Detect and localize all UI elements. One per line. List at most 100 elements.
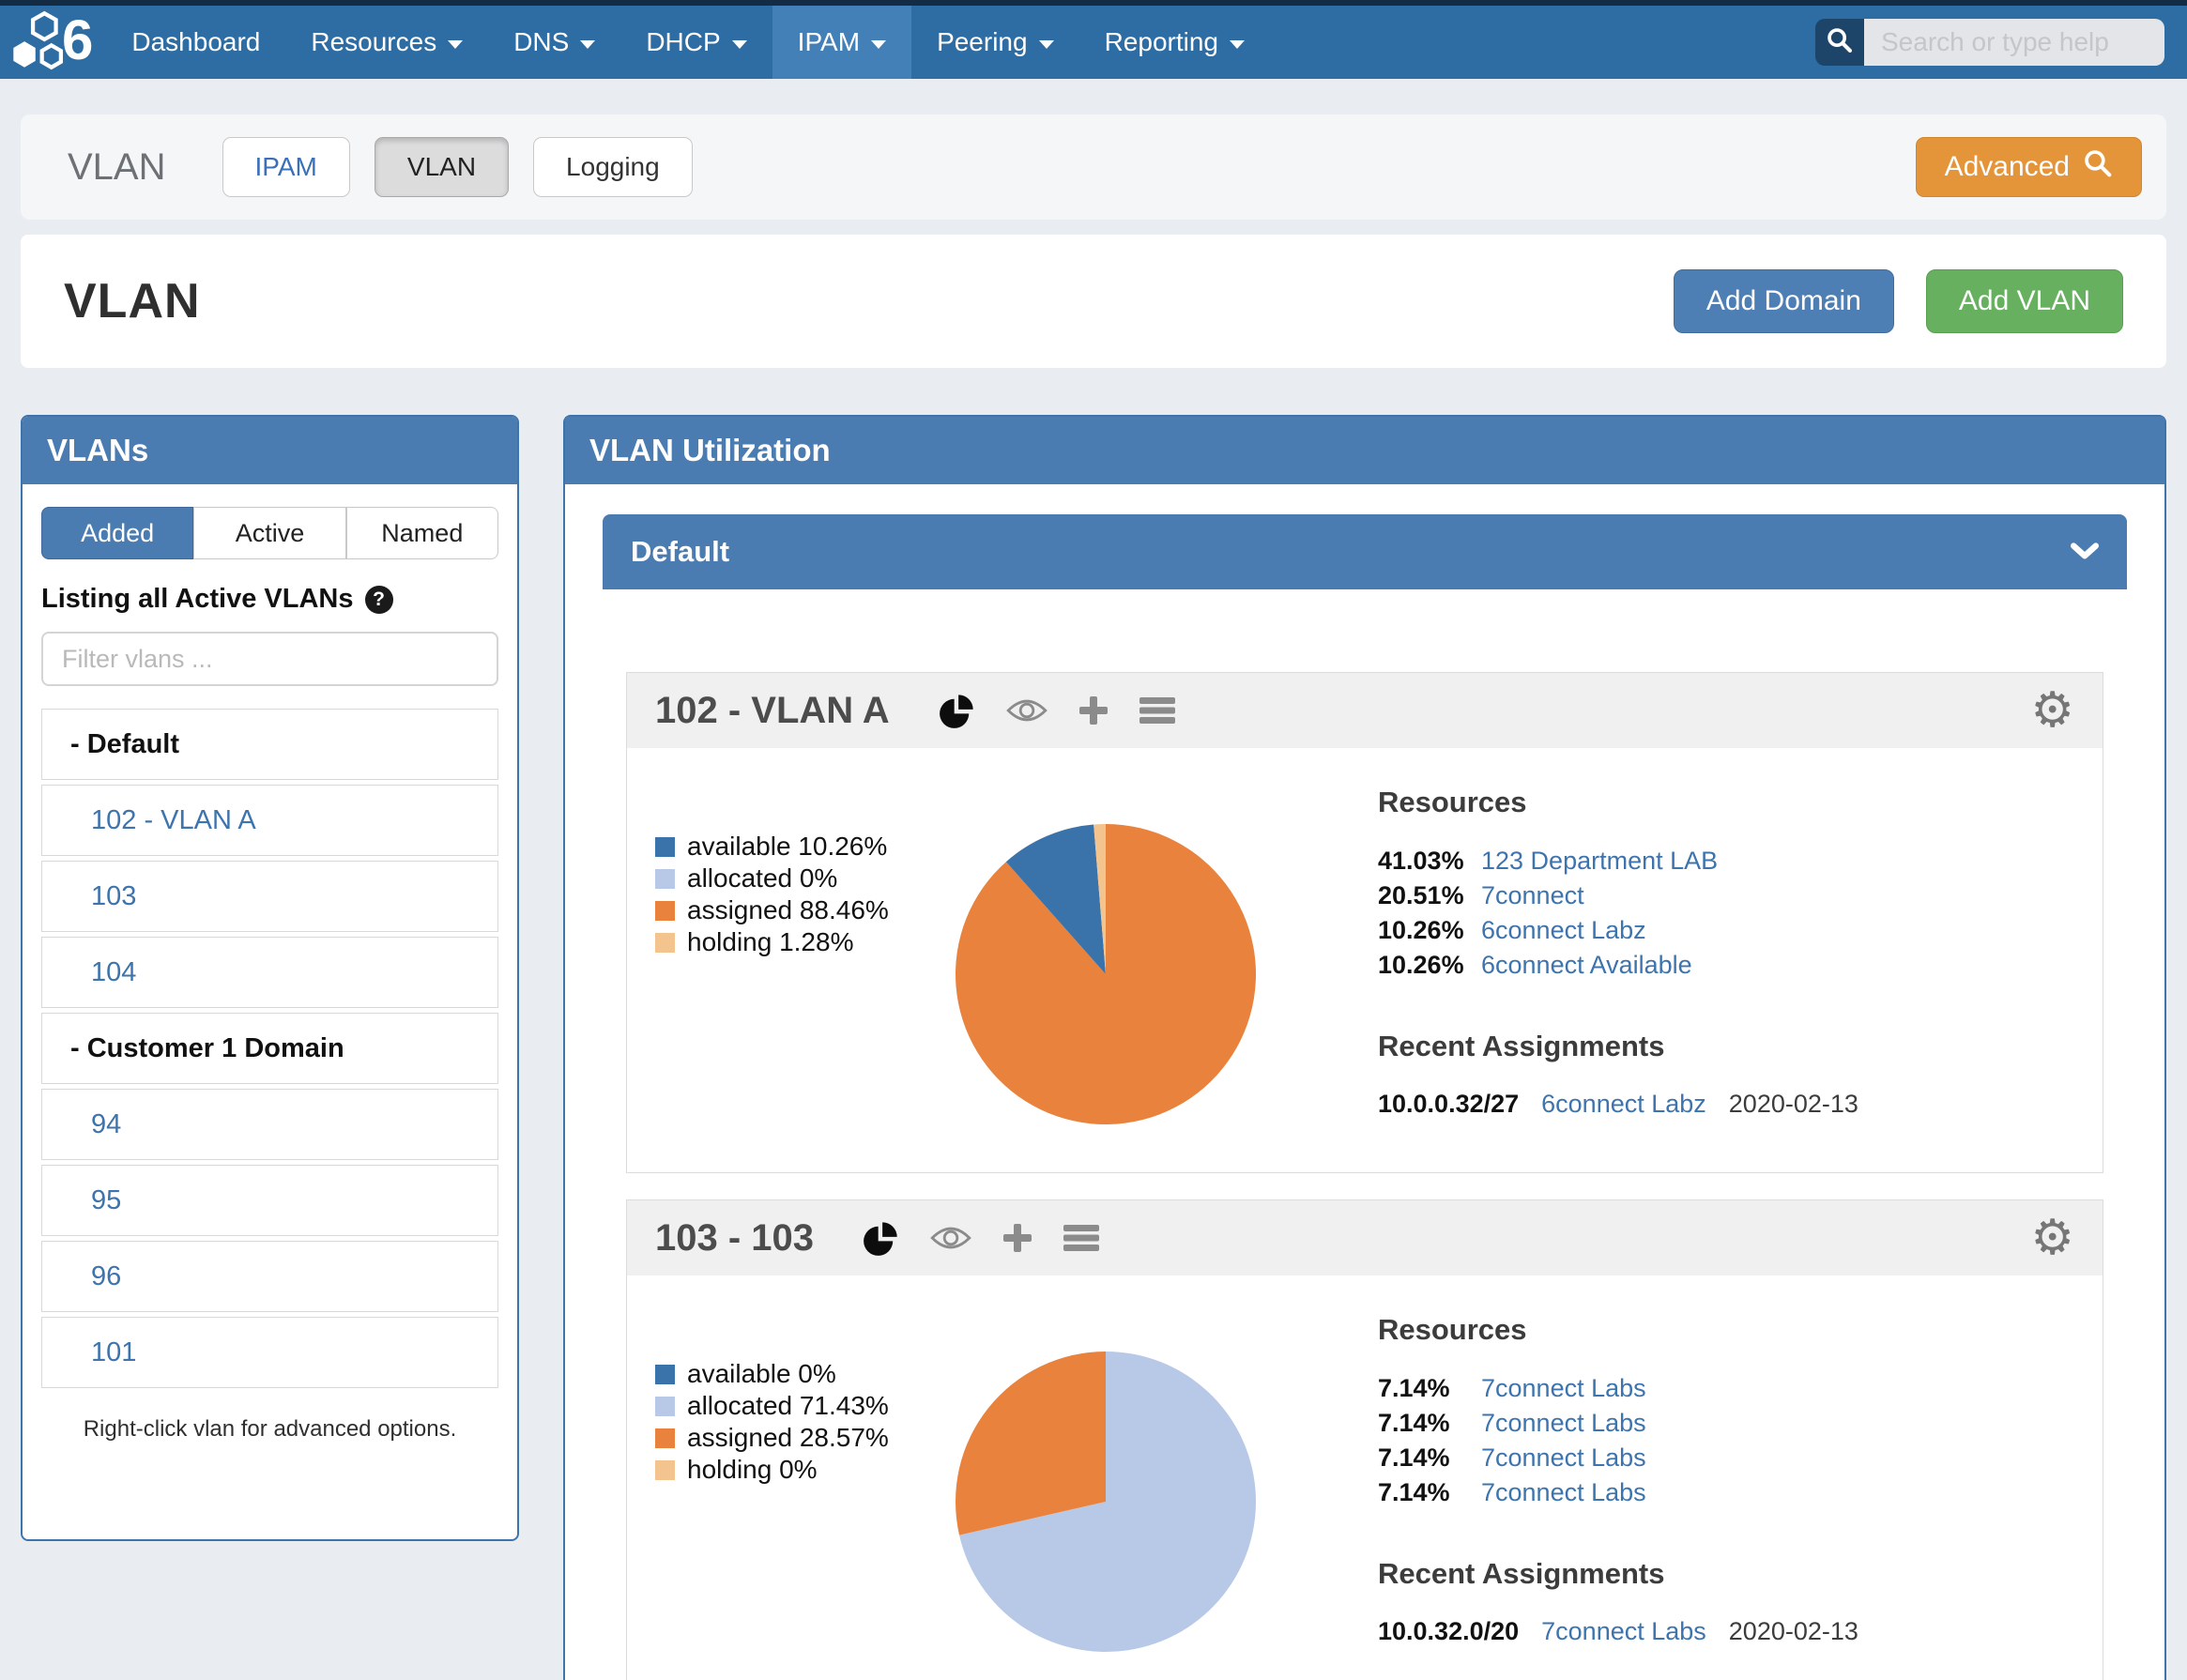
resources-title: Resources: [1378, 786, 2074, 819]
resource-link[interactable]: 6connect Available: [1481, 948, 1692, 983]
resources-column: Resources 7.14% 7connect Labs 7.14% 7con…: [1378, 1313, 2074, 1657]
plus-icon[interactable]: [1002, 1222, 1033, 1254]
nav-menu: Dashboard Resources DNS DHCP IPAM Peerin…: [106, 6, 1270, 79]
filter-vlans-input[interactable]: [41, 632, 498, 686]
eye-icon[interactable]: [930, 1224, 971, 1252]
vlan-card-actions: [863, 1219, 1099, 1257]
menu-hamburger-icon[interactable]: [1139, 696, 1175, 725]
legend-item-available: available 0%: [655, 1358, 951, 1390]
legend-item-assigned: assigned 88.46%: [655, 894, 951, 926]
vlan-row[interactable]: 94: [41, 1089, 498, 1160]
caret-down-icon: [732, 40, 747, 49]
pie-chart-icon[interactable]: [863, 1219, 900, 1257]
caret-down-icon: [1230, 40, 1245, 49]
hexagon-logo-icon: [9, 9, 69, 76]
vlan-row[interactable]: 104: [41, 937, 498, 1008]
vlan-card-title: 102 - VLAN A: [655, 690, 890, 732]
listing-label: Listing all Active VLANs ?: [41, 584, 498, 615]
global-search-input[interactable]: [1864, 19, 2164, 66]
assignment-resource-link[interactable]: 6connect Labz: [1541, 1090, 1706, 1119]
resource-link[interactable]: 7connect Labs: [1481, 1441, 1646, 1475]
plus-icon[interactable]: [1078, 695, 1109, 726]
eye-icon[interactable]: [1006, 696, 1048, 725]
resource-row: 7.14% 7connect Labs: [1378, 1441, 2074, 1475]
domain-content: 102 - VLAN A: [603, 672, 2127, 1680]
legend-swatch: [655, 1460, 675, 1480]
vlan-row[interactable]: 102 - VLAN A: [41, 785, 498, 856]
resource-link[interactable]: 7connect Labs: [1481, 1406, 1646, 1441]
vlan-row[interactable]: 96: [41, 1241, 498, 1312]
search-icon-button[interactable]: [1815, 19, 1864, 66]
add-vlan-button[interactable]: Add VLAN: [1926, 269, 2123, 333]
vlan-row[interactable]: 95: [41, 1165, 498, 1236]
resource-row: 41.03% 123 Department LAB: [1378, 844, 2074, 878]
tab-vlan[interactable]: VLAN: [375, 137, 509, 197]
nav-item-dashboard[interactable]: Dashboard: [106, 6, 285, 79]
resource-link[interactable]: 123 Department LAB: [1481, 844, 1718, 878]
chevron-down-icon: [2071, 535, 2099, 569]
search-icon: [1826, 26, 1854, 59]
legend-item-holding: holding 1.28%: [655, 926, 951, 958]
tab-ipam[interactable]: IPAM: [222, 137, 350, 197]
resource-row: 10.26% 6connect Available: [1378, 948, 2074, 983]
resource-link[interactable]: 7connect Labs: [1481, 1371, 1646, 1406]
assignment-resource-link[interactable]: 7connect Labs: [1541, 1617, 1706, 1646]
vlan-domain-row: - Customer 1 Domain: [41, 1013, 498, 1084]
nav-item-dns[interactable]: DNS: [488, 6, 620, 79]
brand-logo[interactable]: 6: [0, 6, 106, 79]
caret-down-icon: [448, 40, 463, 49]
resource-row: 7.14% 7connect Labs: [1378, 1475, 2074, 1510]
vlan-card-header: 103 - 103: [627, 1200, 2103, 1275]
tab-logging[interactable]: Logging: [533, 137, 693, 197]
breadcrumb-panel: VLAN IPAM VLAN Logging Advanced: [21, 115, 2166, 220]
tab-active[interactable]: Active: [193, 507, 345, 559]
recent-assignments-title: Recent Assignments: [1378, 1030, 2074, 1063]
vlans-sidebar-panel: VLANs Added Active Named Listing all Act…: [21, 415, 519, 1541]
nav-item-reporting[interactable]: Reporting: [1079, 6, 1270, 79]
vlans-panel-header: VLANs: [23, 417, 517, 484]
resource-row: 7.14% 7connect Labs: [1378, 1371, 2074, 1406]
main-navbar: 6 Dashboard Resources DNS DHCP IPAM Peer…: [0, 6, 2187, 79]
legend-item-allocated: allocated 0%: [655, 863, 951, 894]
vlan-utilization-panel: VLAN Utilization Default 102 - VLAN A: [563, 415, 2166, 1680]
resource-row: 10.26% 6connect Labz: [1378, 913, 2074, 948]
vlan-list: - Default 102 - VLAN A 103 104 - Custome…: [41, 709, 498, 1388]
pie-chart-icon[interactable]: [939, 692, 976, 729]
add-domain-button[interactable]: Add Domain: [1674, 269, 1894, 333]
help-question-icon[interactable]: ?: [365, 586, 393, 614]
tab-added[interactable]: Added: [41, 507, 193, 559]
advanced-search-button[interactable]: Advanced: [1916, 137, 2142, 197]
resource-link[interactable]: 7connect Labs: [1481, 1475, 1646, 1510]
legend-item-assigned: assigned 28.57%: [655, 1422, 951, 1454]
vlan-row[interactable]: 101: [41, 1317, 498, 1388]
legend-swatch: [655, 1428, 675, 1448]
resource-row: 20.51% 7connect: [1378, 878, 2074, 913]
pie-chart: [951, 819, 1261, 1129]
vlan-card-body: available 0% allocated 71.43% assigned 2…: [627, 1275, 2103, 1680]
vlan-card-102: 102 - VLAN A: [626, 672, 2103, 1173]
domain-collapse-bar[interactable]: Default: [603, 514, 2127, 589]
gear-icon[interactable]: ⚙: [2030, 1214, 2074, 1262]
assignment-row: 10.0.0.32/27 6connect Labz 2020-02-13: [1378, 1090, 2074, 1119]
menu-hamburger-icon[interactable]: [1063, 1224, 1099, 1252]
search-icon: [2083, 148, 2113, 186]
vlan-filter-tabs: Added Active Named: [41, 507, 498, 559]
nav-item-dhcp[interactable]: DHCP: [620, 6, 772, 79]
legend-item-available: available 10.26%: [655, 831, 951, 863]
breadcrumb-band: VLAN IPAM VLAN Logging Advanced: [0, 79, 2187, 231]
caret-down-icon: [580, 40, 595, 49]
nav-item-peering[interactable]: Peering: [911, 6, 1079, 79]
resource-link[interactable]: 7connect: [1481, 878, 1584, 913]
nav-item-ipam[interactable]: IPAM: [772, 6, 911, 79]
vlan-row[interactable]: 103: [41, 861, 498, 932]
vlan-card-header: 102 - VLAN A: [627, 673, 2103, 748]
resources-rows: 41.03% 123 Department LAB 20.51% 7connec…: [1378, 844, 2074, 983]
gear-icon[interactable]: ⚙: [2030, 686, 2074, 735]
nav-item-resources[interactable]: Resources: [285, 6, 488, 79]
legend-swatch: [655, 837, 675, 857]
resource-link[interactable]: 6connect Labz: [1481, 913, 1646, 948]
resource-row: 7.14% 7connect Labs: [1378, 1406, 2074, 1441]
tab-named[interactable]: Named: [346, 507, 498, 559]
vlan-card-actions: [939, 692, 1175, 729]
legend-swatch: [655, 1397, 675, 1416]
